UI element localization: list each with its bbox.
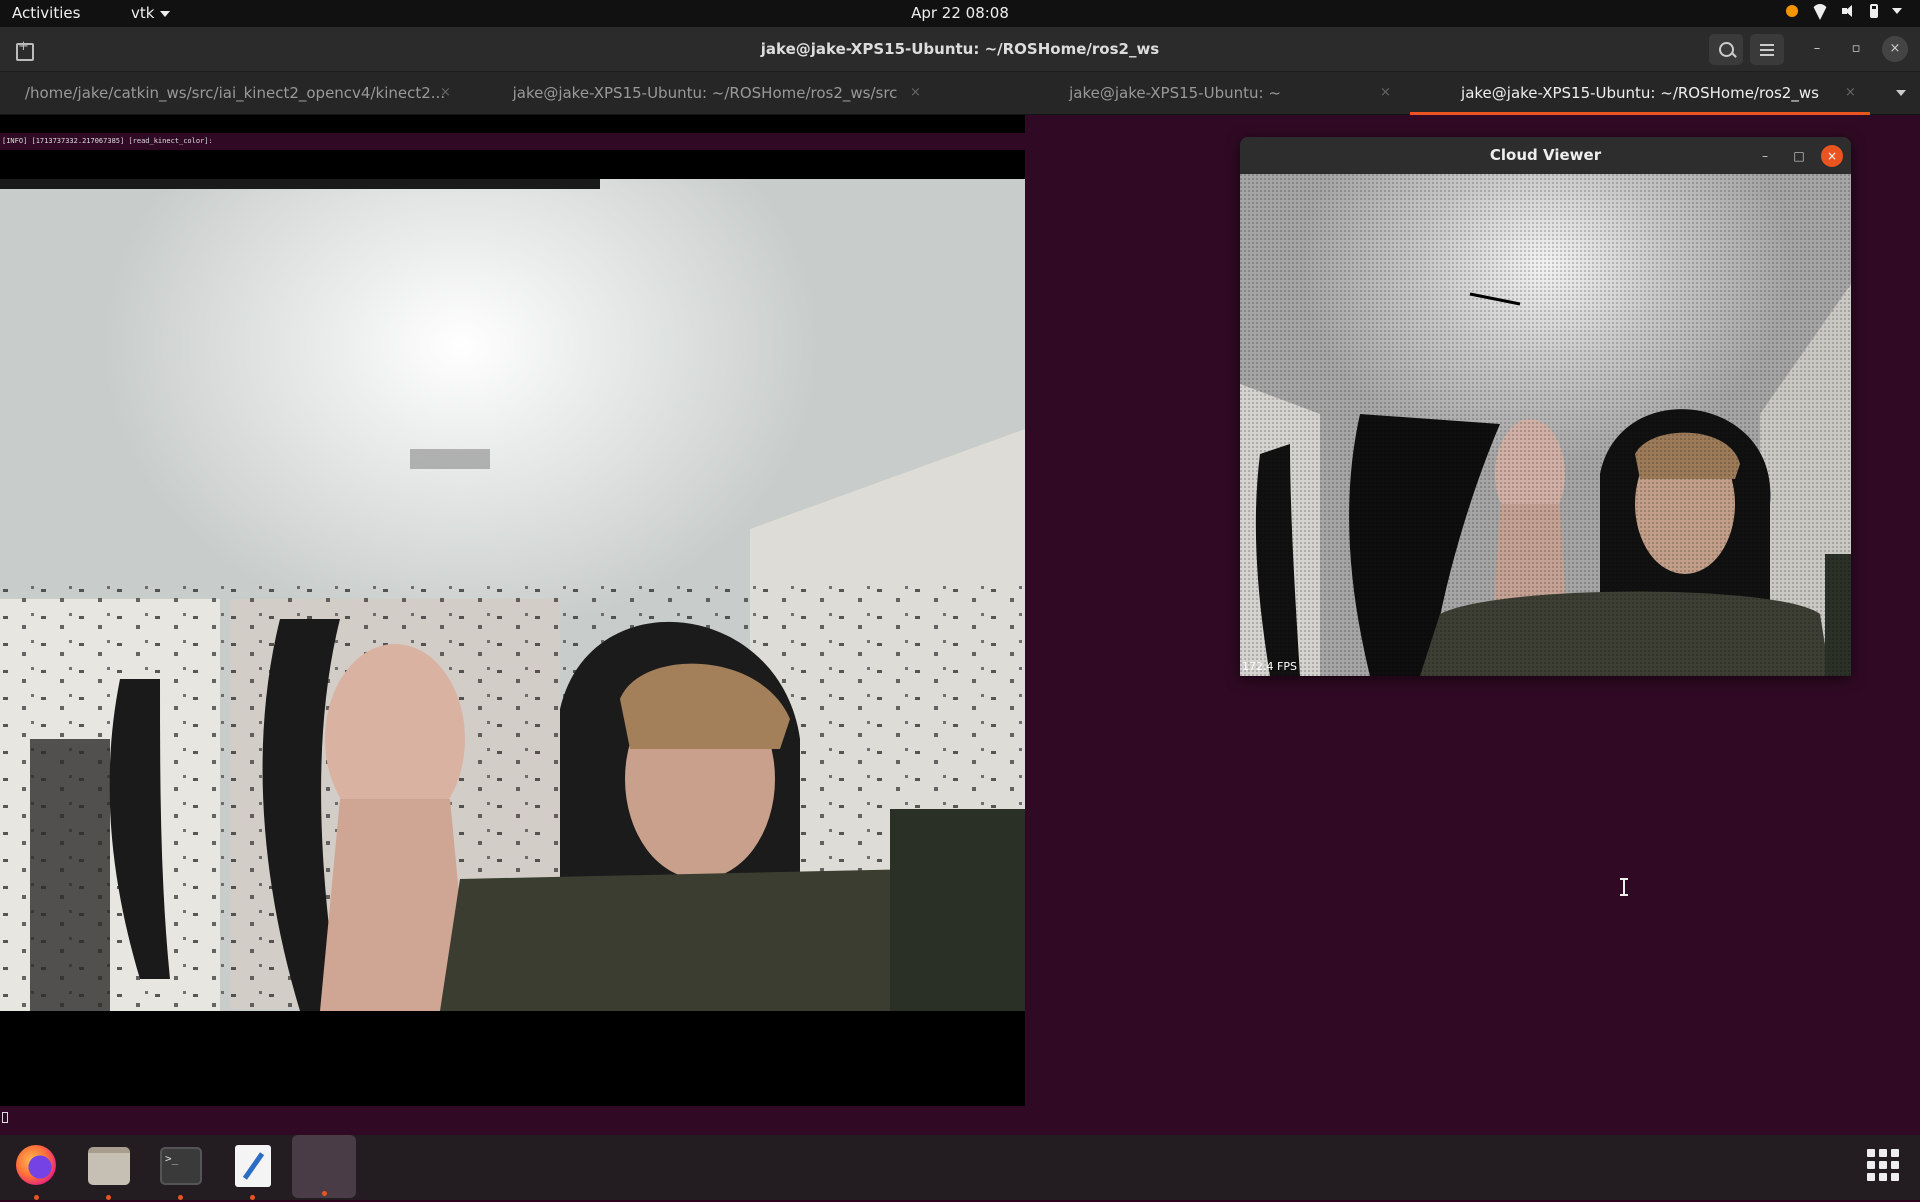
running-indicator — [322, 1191, 327, 1196]
firefox-icon — [16, 1145, 56, 1185]
grid-dot — [1891, 1173, 1899, 1181]
notification-dot-icon[interactable] — [1786, 5, 1798, 17]
grid-dot — [1891, 1149, 1899, 1157]
running-indicator — [178, 1195, 183, 1200]
window-title: jake@jake-XPS15-Ubuntu: ~/ROSHome/ros2_w… — [760, 40, 1160, 58]
chevron-down-icon — [160, 10, 171, 17]
battery-icon[interactable] — [1870, 4, 1878, 18]
tab-label: /home/jake/catkin_ws/src/iai_kinect2_ope… — [24, 84, 446, 102]
terminal-tabs: /home/jake/catkin_ws/src/iai_kinect2_ope… — [0, 72, 1920, 115]
dock: >_ — [0, 1135, 1920, 1200]
grid-dot — [1867, 1161, 1875, 1169]
running-indicator — [250, 1195, 255, 1200]
grid-dot — [1891, 1161, 1899, 1169]
tab-label: jake@jake-XPS15-Ubuntu: ~/ROSHome/ros2_w… — [512, 84, 898, 102]
grid-dot — [1879, 1161, 1887, 1169]
cloud-minimize-button[interactable]: – — [1754, 145, 1776, 167]
cloud-viewer-window[interactable]: Cloud Viewer – □ × 172.4 FPS — [1240, 137, 1851, 676]
dock-files[interactable] — [76, 1142, 140, 1202]
clock-container: Apr 22 08:08 — [0, 4, 1920, 22]
files-icon — [88, 1147, 130, 1185]
show-applications-icon[interactable] — [1867, 1149, 1899, 1181]
search-button[interactable] — [1709, 34, 1743, 65]
dock-vtk-app[interactable] — [292, 1135, 356, 1198]
terminal-icon: >_ — [160, 1147, 202, 1185]
activities-button[interactable]: Activities — [12, 4, 80, 22]
tab-label: jake@jake-XPS15-Ubuntu: ~ — [1069, 84, 1281, 102]
dock-text-editor[interactable] — [220, 1142, 284, 1202]
tab-close-icon[interactable]: × — [1380, 72, 1391, 114]
text-editor-icon — [235, 1145, 271, 1187]
kinect-color-image — [0, 179, 1025, 1011]
new-tab-button[interactable] — [8, 36, 38, 64]
close-button[interactable]: × — [1882, 36, 1908, 62]
tab-label: jake@jake-XPS15-Ubuntu: ~/ROSHome/ros2_w… — [1461, 84, 1819, 102]
tab-ros2ws-src[interactable]: jake@jake-XPS15-Ubuntu: ~/ROSHome/ros2_w… — [470, 72, 940, 115]
grid-dot — [1879, 1149, 1887, 1157]
hamburger-menu-button[interactable] — [1750, 34, 1784, 65]
ibeam-cursor-icon — [1620, 878, 1628, 896]
terminal-cursor — [2, 1112, 8, 1123]
grid-dot — [1867, 1173, 1875, 1181]
maximize-button[interactable]: ▫ — [1843, 36, 1869, 62]
app-menu[interactable]: vtk — [131, 4, 171, 22]
minimize-button[interactable]: – — [1804, 36, 1830, 62]
running-indicator — [34, 1195, 39, 1200]
dock-firefox[interactable] — [4, 1142, 68, 1202]
cloud-viewer-titlebar[interactable]: Cloud Viewer – □ × — [1240, 137, 1851, 174]
kinect-color-window[interactable]: [INFO] [1713737332.217067385] [read_kine… — [0, 115, 1025, 1106]
grid-dot — [1879, 1173, 1887, 1181]
tab-close-icon[interactable]: × — [440, 72, 451, 114]
wifi-icon[interactable] — [1812, 4, 1828, 18]
point-cloud-image — [1240, 174, 1851, 676]
cloud-close-button[interactable]: × — [1821, 145, 1843, 167]
cloud-maximize-button[interactable]: □ — [1788, 145, 1810, 167]
grid-dot — [1867, 1149, 1875, 1157]
terminal-headerbar: jake@jake-XPS15-Ubuntu: ~/ROSHome/ros2_w… — [0, 27, 1920, 72]
tabs-dropdown-icon[interactable] — [1896, 90, 1906, 96]
tab-ros2ws[interactable]: jake@jake-XPS15-Ubuntu: ~/ROSHome/ros2_w… — [1410, 72, 1870, 115]
tab-close-icon[interactable]: × — [1845, 72, 1856, 114]
top-bar: Activities vtk Apr 22 08:08 — [0, 0, 1920, 27]
tab-catkin-kinect2[interactable]: /home/jake/catkin_ws/src/iai_kinect2_ope… — [0, 72, 470, 115]
point-cloud-viewport[interactable]: 172.4 FPS — [1240, 174, 1851, 676]
fps-counter: 172.4 FPS — [1242, 660, 1297, 673]
app-menu-label: vtk — [131, 4, 155, 22]
volume-icon[interactable] — [1842, 4, 1856, 18]
system-menu-caret-icon[interactable] — [1892, 8, 1902, 14]
running-indicator — [106, 1195, 111, 1200]
clock[interactable]: Apr 22 08:08 — [911, 4, 1009, 22]
system-tray[interactable] — [1786, 4, 1902, 18]
tab-home[interactable]: jake@jake-XPS15-Ubuntu: ~ × — [940, 72, 1410, 115]
dock-terminal[interactable]: >_ — [148, 1142, 212, 1202]
log-line: [INFO] [1713737332.217067385] [read_kine… — [0, 133, 1025, 150]
tab-close-icon[interactable]: × — [910, 72, 921, 114]
